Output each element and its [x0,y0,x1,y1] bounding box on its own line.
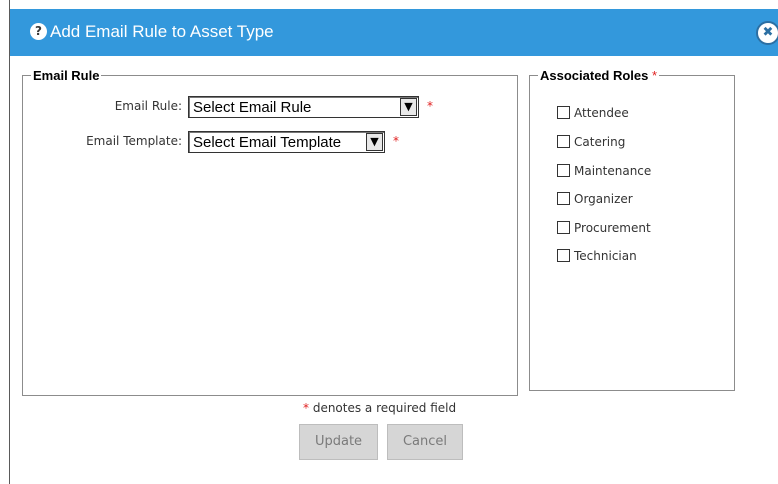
role-label: Attendee [574,106,629,120]
associated-roles-title: Associated Roles [540,68,649,83]
required-star: * [393,134,399,148]
role-label: Catering [574,135,626,149]
required-field-note: * denotes a required field [303,401,456,415]
role-label: Procurement [574,221,651,235]
required-star: * [652,68,658,83]
email-template-row: Email Template: [22,131,182,155]
checkbox[interactable] [557,135,570,148]
required-note-text: denotes a required field [312,401,457,415]
help-icon[interactable]: ? [30,23,47,40]
checkbox[interactable] [557,106,570,119]
checkbox[interactable] [557,249,570,262]
checkbox[interactable] [557,221,570,234]
chevron-down-icon[interactable]: ▼ [366,133,383,151]
dialog-titlebar: ? Add Email Rule to Asset Type ✖ [10,9,778,56]
checkbox[interactable] [557,192,570,205]
email-template-select[interactable]: Select Email Template ▼ [188,131,385,153]
close-icon[interactable]: ✖ [756,21,778,45]
email-rule-select[interactable]: Select Email Rule ▼ [188,96,419,118]
role-label: Organizer [574,192,633,206]
required-star: * [303,401,309,415]
checkbox[interactable] [557,164,570,177]
email-template-label: Email Template: [86,134,182,148]
update-button[interactable]: Update [299,424,378,460]
email-rule-legend: Email Rule [33,68,100,83]
role-label: Maintenance [574,164,652,178]
required-star: * [427,99,433,113]
associated-roles-legend: Associated Roles * [538,68,659,83]
email-rule-row: Email Rule: [22,96,182,120]
chevron-down-icon[interactable]: ▼ [400,98,417,116]
email-rule-label: Email Rule: [114,99,182,113]
email-template-select-value: Select Email Template [193,134,342,151]
role-label: Technician [574,249,637,263]
dialog-title: Add Email Rule to Asset Type [50,22,274,41]
cancel-button[interactable]: Cancel [387,424,463,460]
email-rule-select-value: Select Email Rule [193,99,312,116]
